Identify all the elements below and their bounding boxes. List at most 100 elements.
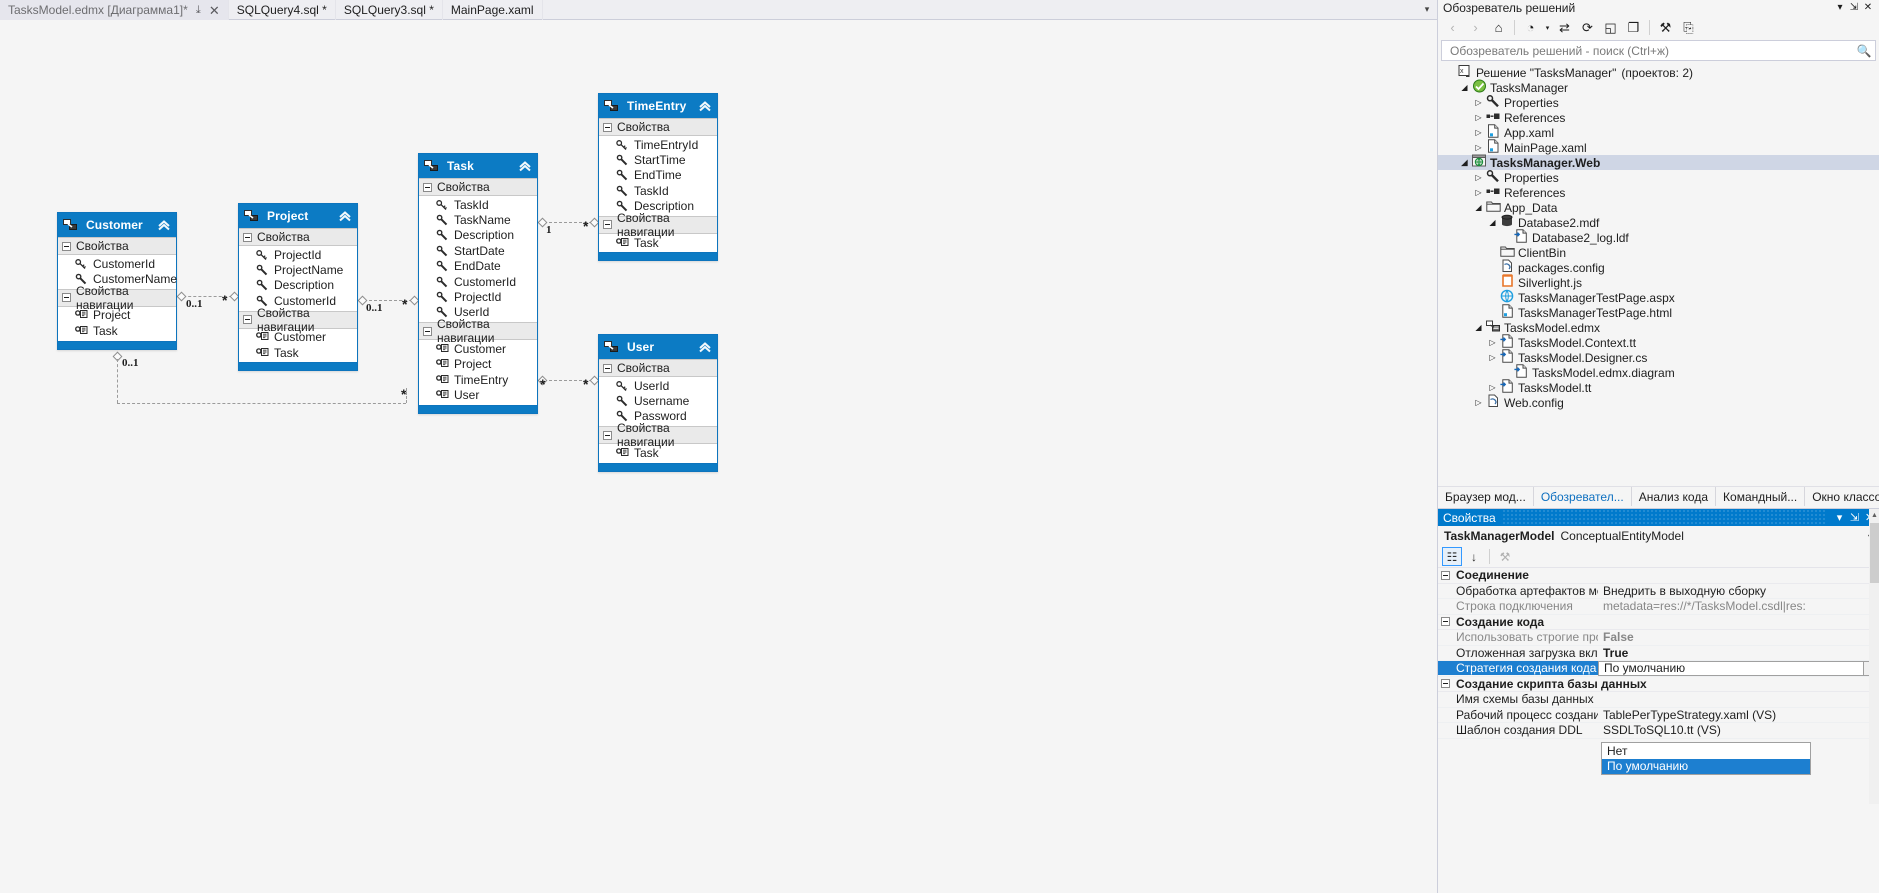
property-row[interactable]: CustomerId bbox=[419, 274, 537, 289]
collapse-minus-icon[interactable] bbox=[603, 430, 612, 440]
property-row[interactable]: ProjectName bbox=[239, 262, 357, 277]
collapse-chevron-icon[interactable] bbox=[517, 158, 533, 174]
close-icon[interactable]: ✕ bbox=[209, 4, 220, 17]
property-row[interactable]: TaskId bbox=[419, 197, 537, 212]
collapse-minus-icon[interactable] bbox=[1441, 617, 1450, 627]
expander-closed-icon[interactable]: ▷ bbox=[1472, 128, 1485, 137]
property-row[interactable]: StartTime bbox=[599, 152, 717, 167]
editor-tab[interactable]: SQLQuery3.sql * bbox=[336, 0, 443, 20]
tree-node[interactable]: ▷ TasksModel.Designer.cs bbox=[1438, 349, 1879, 365]
expander-closed-icon[interactable]: ▷ bbox=[1472, 173, 1485, 182]
tree-node[interactable]: ▷ References bbox=[1438, 185, 1879, 200]
property-row[interactable]: Description bbox=[419, 228, 537, 243]
dock-tab[interactable]: Командный... bbox=[1716, 487, 1806, 506]
expander-closed-icon[interactable]: ▷ bbox=[1472, 398, 1485, 407]
property-category-header[interactable]: Создание скрипта базы данных bbox=[1438, 676, 1879, 692]
tree-node[interactable]: ClientBin bbox=[1438, 245, 1879, 260]
expander-closed-icon[interactable]: ▷ bbox=[1486, 338, 1499, 347]
collapse-minus-icon[interactable] bbox=[1441, 570, 1450, 580]
show-all-files-button[interactable]: ❐ bbox=[1623, 17, 1644, 38]
navigation-section-header[interactable]: Свойства навигации bbox=[239, 306, 357, 334]
properties-pin-icon[interactable]: ⇲ bbox=[1847, 511, 1862, 524]
property-row[interactable]: TaskName bbox=[419, 212, 537, 227]
properties-vertical-scrollbar[interactable]: ▲ bbox=[1869, 509, 1879, 804]
editor-tab[interactable]: SQLQuery4.sql * bbox=[229, 0, 336, 20]
properties-grid[interactable]: СоединениеОбработка артефактов метаданны… bbox=[1438, 568, 1879, 775]
property-row[interactable]: ProjectId bbox=[419, 289, 537, 304]
search-icon[interactable]: 🔍 bbox=[1856, 44, 1872, 58]
entity-header[interactable]: User bbox=[599, 335, 717, 359]
tree-node[interactable]: ◢ TasksModel.edmx bbox=[1438, 320, 1879, 335]
pin-icon[interactable]: ⤓ bbox=[193, 4, 204, 16]
pending-changes-dropdown-icon[interactable]: ▾ bbox=[1543, 17, 1552, 38]
pending-changes-button[interactable]: ◔ bbox=[1520, 17, 1541, 38]
navigation-row[interactable]: Task bbox=[58, 323, 176, 338]
expander-closed-icon[interactable]: ▷ bbox=[1472, 113, 1485, 122]
tree-node[interactable]: ▷ TasksModel.tt bbox=[1438, 379, 1879, 395]
expander-open-icon[interactable]: ◢ bbox=[1486, 218, 1499, 227]
property-section-header[interactable]: Свойства bbox=[419, 178, 537, 196]
tree-node[interactable]: packages.config bbox=[1438, 259, 1879, 275]
tree-node[interactable]: ▷ TasksModel.Context.tt bbox=[1438, 334, 1879, 350]
collapse-minus-icon[interactable] bbox=[603, 122, 612, 132]
property-row[interactable]: CustomerId bbox=[58, 256, 176, 271]
property-row[interactable]: Строка подключения metadata=res://*/Tasks… bbox=[1438, 599, 1879, 615]
tree-node[interactable]: ▷ MainPage.xaml bbox=[1438, 139, 1879, 155]
entity-box-project[interactable]: Project Свойства ProjectId ProjectName Descr… bbox=[238, 203, 358, 372]
navigation-row[interactable]: Task bbox=[239, 345, 357, 360]
tree-node[interactable]: ◢ TasksManager.Web bbox=[1438, 154, 1879, 170]
categorized-button[interactable]: ☷ bbox=[1442, 547, 1462, 566]
refresh-button[interactable]: ⟳ bbox=[1577, 17, 1598, 38]
property-row[interactable]: EndTime bbox=[599, 168, 717, 183]
editor-tab[interactable]: TasksModel.edmx [Диаграмма1]* ⤓ ✕ bbox=[0, 0, 229, 20]
expander-open-icon[interactable]: ◢ bbox=[1458, 83, 1471, 92]
entity-box-customer[interactable]: Customer Свойства CustomerId CustomerName Св… bbox=[57, 212, 177, 350]
tree-node[interactable]: ▷ Properties bbox=[1438, 95, 1879, 110]
tree-node[interactable]: Silverlight.js bbox=[1438, 274, 1879, 290]
tree-node[interactable]: ◢ Database2.mdf bbox=[1438, 214, 1879, 230]
navigation-section-header[interactable]: Свойства навигации bbox=[599, 211, 717, 239]
collapse-chevron-icon[interactable] bbox=[697, 98, 713, 114]
dock-tab[interactable]: Анализ кода bbox=[1632, 487, 1717, 506]
code-generation-strategy-dropdown[interactable]: Нет По умолчанию bbox=[1601, 742, 1811, 775]
tree-node[interactable]: ▷ References bbox=[1438, 110, 1879, 125]
collapse-chevron-icon[interactable] bbox=[337, 208, 353, 224]
property-row[interactable]: Имя схемы базы данных bbox=[1438, 692, 1879, 708]
tree-node[interactable]: Database2_log.ldf bbox=[1438, 229, 1879, 245]
tree-node[interactable]: ◢ App_Data bbox=[1438, 200, 1879, 215]
tree-node[interactable]: ▷ Web.config bbox=[1438, 394, 1879, 410]
solution-explorer-close-icon[interactable]: ✕ bbox=[1861, 2, 1875, 13]
property-category-header[interactable]: Соединение bbox=[1438, 568, 1879, 584]
expander-open-icon[interactable]: ◢ bbox=[1472, 323, 1485, 332]
property-section-header[interactable]: Свойства bbox=[599, 359, 717, 377]
entity-box-timeentry[interactable]: TimeEntry Свойства TimeEntryId StartTime End… bbox=[598, 93, 718, 262]
properties-object-selector[interactable]: TaskManagerModel ConceptualEntityModel ▾ bbox=[1438, 526, 1879, 546]
property-section-header[interactable]: Свойства bbox=[58, 237, 176, 255]
tree-node[interactable]: TasksManagerTestPage.html bbox=[1438, 304, 1879, 320]
navigation-section-header[interactable]: Свойства навигации bbox=[419, 317, 537, 345]
dropdown-option[interactable]: Нет bbox=[1602, 743, 1810, 759]
property-row[interactable]: EndDate bbox=[419, 259, 537, 274]
tree-node[interactable]: ▷ Properties bbox=[1438, 170, 1879, 185]
collapse-minus-icon[interactable] bbox=[1441, 679, 1450, 689]
property-section-header[interactable]: Свойства bbox=[599, 118, 717, 136]
properties-button[interactable]: ⚒ bbox=[1655, 17, 1676, 38]
navigation-row[interactable]: TimeEntry bbox=[419, 372, 537, 387]
expander-open-icon[interactable]: ◢ bbox=[1472, 203, 1485, 212]
property-row[interactable]: Username bbox=[599, 393, 717, 408]
entity-header[interactable]: Project bbox=[239, 204, 357, 228]
tree-node[interactable]: TasksManagerTestPage.aspx bbox=[1438, 289, 1879, 305]
entity-header[interactable]: TimeEntry bbox=[599, 94, 717, 118]
collapse-minus-icon[interactable] bbox=[62, 241, 71, 251]
dock-tab[interactable]: Окно классов bbox=[1805, 487, 1879, 506]
props-scroll-up-icon[interactable]: ▲ bbox=[1869, 509, 1879, 522]
tab-overflow-icon[interactable]: ▾ bbox=[1417, 0, 1437, 19]
solution-explorer-pin-icon[interactable]: ⇲ bbox=[1847, 2, 1861, 13]
dock-tab[interactable]: Браузер мод... bbox=[1438, 487, 1534, 506]
property-row[interactable]: ProjectId bbox=[239, 247, 357, 262]
entity-header[interactable]: Customer bbox=[58, 213, 176, 237]
collapse-minus-icon[interactable] bbox=[423, 326, 432, 336]
navigation-section-header[interactable]: Свойства навигации bbox=[599, 421, 717, 449]
dock-tab[interactable]: Обозревател... bbox=[1533, 487, 1632, 506]
solution-explorer-tree[interactable]: x Решение "TasksManager" (проектов: 2) ◢ Tas… bbox=[1438, 63, 1879, 463]
